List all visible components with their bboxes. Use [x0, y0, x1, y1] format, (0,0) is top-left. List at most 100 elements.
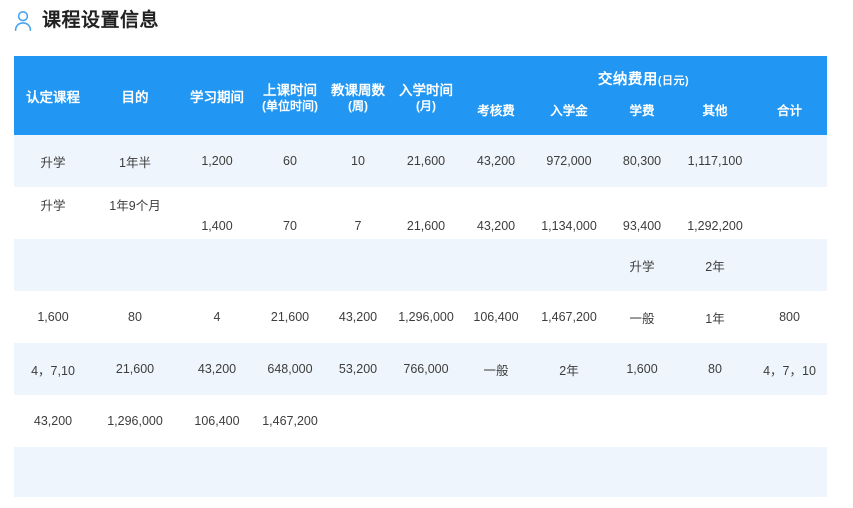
- user-icon: [12, 9, 34, 33]
- header-teaching-weeks-unit: (周): [348, 98, 368, 113]
- header-class-time: 上课时间 (单位时间): [256, 56, 324, 135]
- cell: 升学: [40, 199, 66, 213]
- cell: 80: [128, 310, 142, 324]
- header-course-label: 认定课程: [26, 89, 80, 105]
- cell: 80: [708, 362, 722, 376]
- header-fee-group-unit: (日元): [657, 74, 690, 87]
- table-head: 认定课程 目的 学习期间 上课时间 (单位时间) 教课周数 (周) 入学时间 (…: [14, 56, 827, 135]
- cell: [678, 395, 752, 447]
- cell: [752, 239, 827, 291]
- header-admission-fee-label: 入学金: [550, 104, 588, 118]
- cell: 43,200: [197, 362, 237, 376]
- cell: 43,200: [33, 414, 73, 428]
- page-header: 课程设置信息: [0, 0, 853, 42]
- cell: 升学: [40, 155, 66, 170]
- cell: [178, 447, 256, 497]
- header-other: 其他: [678, 100, 752, 135]
- cell: 7: [354, 219, 362, 233]
- header-course: 认定课程: [14, 56, 92, 135]
- cell: 一般: [629, 311, 655, 326]
- cell: [14, 447, 92, 497]
- table-row: 升学 2年: [14, 239, 827, 291]
- cell: [752, 187, 827, 239]
- cell: [752, 135, 827, 187]
- cell: [92, 447, 178, 497]
- header-total: 合计: [752, 100, 827, 135]
- cell: 1年9个月: [109, 199, 161, 213]
- cell: 106,400: [473, 310, 519, 324]
- page-title: 课程设置信息: [42, 10, 160, 31]
- header-teaching-weeks-label: 教课周数: [331, 82, 385, 98]
- cell: 1,292,200: [687, 219, 743, 233]
- header-fee-group-label: 交纳费用: [597, 71, 658, 88]
- cell: [532, 447, 606, 497]
- cell: 1,600: [37, 310, 69, 324]
- cell: 648,000: [267, 362, 313, 376]
- header-entry-month-unit: (月): [416, 98, 436, 113]
- cell: 2年: [705, 259, 725, 274]
- header-teaching-weeks: 教课周数 (周): [324, 56, 392, 135]
- table-row: 升学 1年半 1,200 60 10 21,600 43,200 972,000…: [14, 135, 827, 187]
- cell: 1,296,000: [107, 414, 163, 428]
- header-purpose: 目的: [92, 56, 178, 135]
- cell: 4: [213, 310, 221, 324]
- header-class-time-label: 上课时间: [263, 82, 317, 98]
- header-entry-month: 入学时间 (月): [392, 56, 460, 135]
- cell: 70: [283, 219, 297, 233]
- cell: 1,117,100: [687, 154, 743, 168]
- cell: [606, 447, 678, 497]
- cell: 93,400: [622, 219, 662, 233]
- cell: 60: [283, 154, 297, 168]
- header-exam-fee: 考核费: [460, 100, 532, 135]
- cell: 1,467,200: [541, 310, 597, 324]
- cell: [256, 239, 324, 291]
- header-total-label: 合计: [776, 104, 802, 118]
- header-fee-group: 交纳费用(日元): [460, 56, 827, 100]
- table-row: 4，7,10 21,600 43,200 648,000 53,200 766,…: [14, 343, 827, 395]
- table-row: 升学 1年9个月 1,400 70 7 21,600 43,200 1,134,…: [14, 187, 827, 239]
- cell: [178, 239, 256, 291]
- course-settings-table-wrapper: 认定课程 目的 学习期间 上课时间 (单位时间) 教课周数 (周) 入学时间 (…: [14, 56, 827, 497]
- cell: 43,200: [476, 154, 516, 168]
- cell: [460, 395, 532, 447]
- cell: 972,000: [546, 154, 592, 168]
- cell: [324, 239, 392, 291]
- header-tuition-label: 学费: [629, 104, 655, 118]
- header-study-period-label: 学习期间: [190, 89, 244, 105]
- header-study-period: 学习期间: [178, 56, 256, 135]
- cell: 43,200: [338, 310, 378, 324]
- cell: 1,134,000: [541, 219, 597, 233]
- cell: 10: [351, 154, 365, 168]
- cell: 1,600: [626, 362, 658, 376]
- cell: [460, 239, 532, 291]
- table-row: 43,200 1,296,000 106,400 1,467,200: [14, 395, 827, 447]
- cell: 53,200: [338, 362, 378, 376]
- header-admission-fee: 入学金: [532, 100, 606, 135]
- cell: [752, 447, 827, 497]
- cell: [392, 239, 460, 291]
- cell: 800: [779, 310, 800, 324]
- cell: 一般: [483, 363, 509, 378]
- cell: 1年半: [119, 155, 151, 170]
- table-row: 1,600 80 4 21,600 43,200 1,296,000 106,4…: [14, 291, 827, 343]
- cell: 21,600: [406, 219, 446, 233]
- table-row: [14, 447, 827, 497]
- cell: 4，7,10: [31, 363, 75, 378]
- header-exam-fee-label: 考核费: [477, 104, 515, 118]
- header-tuition: 学费: [606, 100, 678, 135]
- cell: [460, 447, 532, 497]
- cell: 1年: [705, 311, 725, 326]
- cell: [324, 447, 392, 497]
- cell: [392, 447, 460, 497]
- cell: 4，7，10: [763, 363, 816, 378]
- table-body: 升学 1年半 1,200 60 10 21,600 43,200 972,000…: [14, 135, 827, 497]
- cell: 1,467,200: [262, 414, 318, 428]
- course-settings-table: 认定课程 目的 学习期间 上课时间 (单位时间) 教课周数 (周) 入学时间 (…: [14, 56, 827, 497]
- cell: [678, 447, 752, 497]
- header-entry-month-label: 入学时间: [399, 82, 453, 98]
- cell: [532, 239, 606, 291]
- cell: [14, 239, 92, 291]
- cell: 1,400: [201, 219, 233, 233]
- cell: 21,600: [115, 362, 155, 376]
- cell: [256, 447, 324, 497]
